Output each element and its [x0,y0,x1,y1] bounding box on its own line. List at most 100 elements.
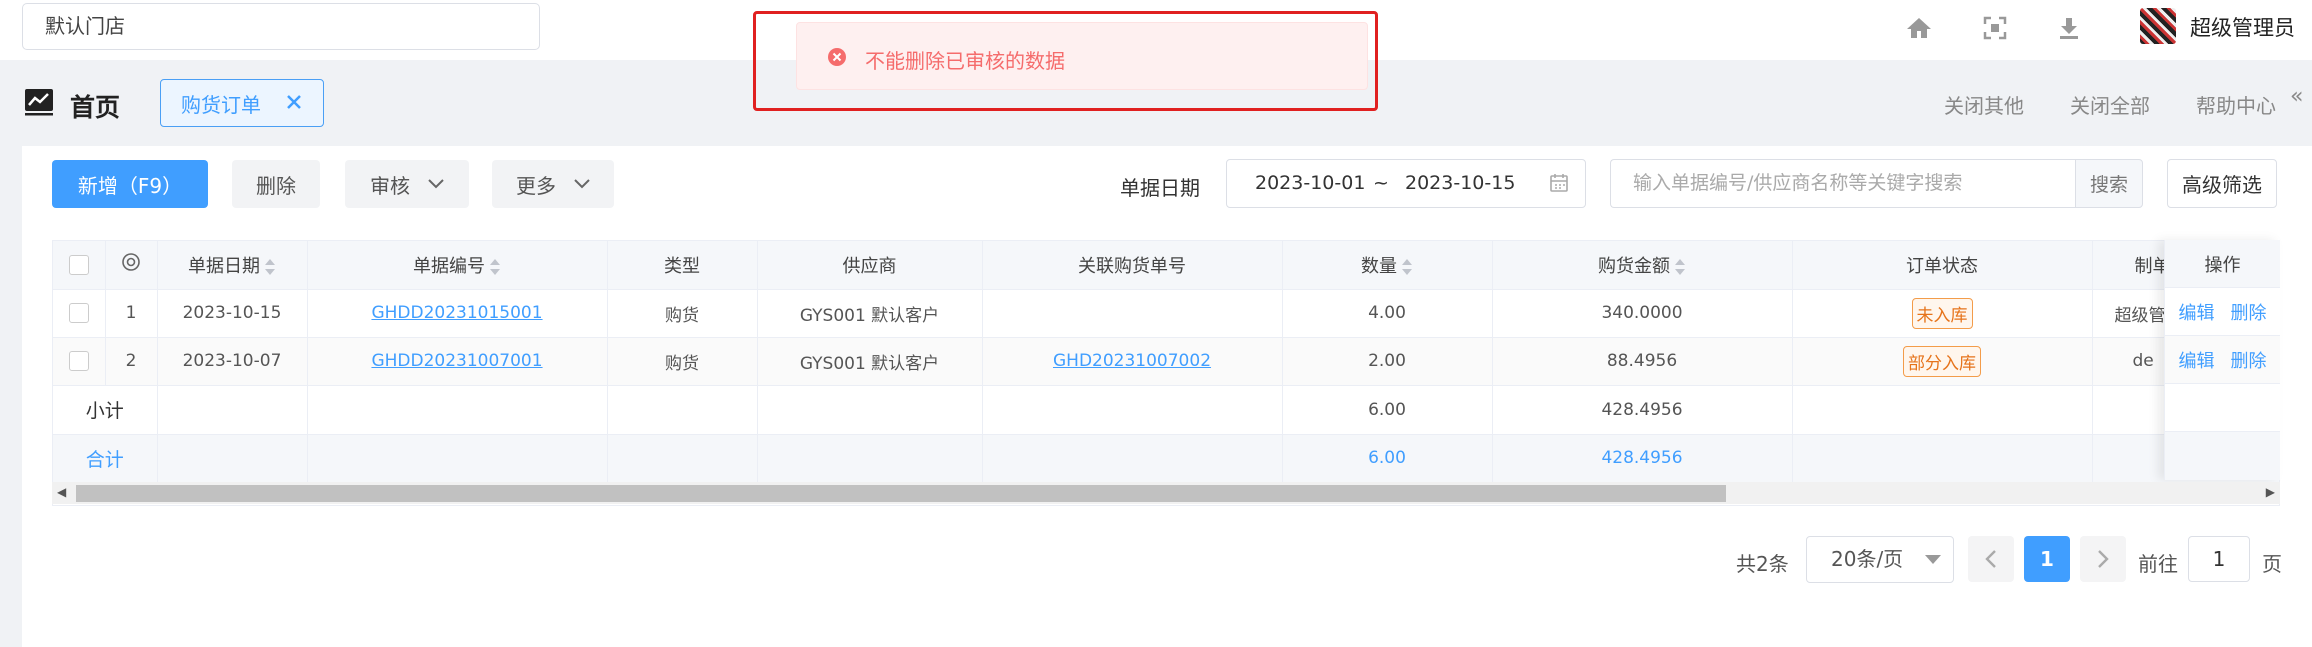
total-label: 合计 [53,434,158,483]
order-no-link[interactable]: GHDD20231007001 [371,351,542,371]
error-message: 不能删除已审核的数据 [865,49,1065,73]
header-qty[interactable]: 数量 [1282,241,1493,290]
total-amount: 428.4956 [1492,434,1793,483]
sort-icon[interactable] [264,258,276,276]
store-select[interactable]: 默认门店 [22,3,540,50]
chevron-down-icon [428,179,444,189]
subtotal-amount: 428.4956 [1492,385,1793,435]
subtotal-qty: 6.00 [1282,385,1493,435]
download-icon[interactable] [2052,12,2086,44]
close-others-link[interactable]: 关闭其他 [1944,90,2024,119]
more-dropdown[interactable]: 更多 [492,160,614,208]
date-range-picker[interactable]: 2023-10-01 ~ 2023-10-15 [1226,159,1586,208]
table-row[interactable]: 1 2023-10-15 GHDD20231015001 购货 GYS001 默… [53,289,2279,338]
row-type: 购货 [607,337,758,386]
scroll-right-icon[interactable]: ▶ [2266,485,2275,499]
order-no-link[interactable]: GHDD20231015001 [371,303,542,323]
settings-icon[interactable] [121,252,141,272]
tab-purchase-order[interactable]: 购货订单 [160,79,324,127]
more-label: 更多 [516,173,556,198]
table-row[interactable]: 2 2023-10-07 GHDD20231007001 购货 GYS001 默… [53,337,2279,386]
search-button[interactable]: 搜索 [2075,159,2143,208]
page-unit-label: 页 [2262,552,2282,576]
horizontal-scrollbar[interactable]: ◀ ▶ [52,482,2280,504]
chevrons-left-icon[interactable]: « [2290,84,2303,109]
subtotal-row: 小计 6.00 428.4956 [53,385,2279,435]
header-no-label: 单据编号 [413,255,485,277]
help-center-link[interactable]: 帮助中心 [2196,90,2276,119]
chevron-right-icon [2098,550,2109,568]
ops-row-empty [2165,432,2280,480]
add-button[interactable]: 新增（F9） [52,160,208,208]
page-size-select[interactable]: 20条/页 [1806,536,1954,583]
chevron-down-icon [574,179,590,189]
status-badge: 部分入库 [1903,345,1981,377]
header-supplier: 供应商 [757,241,983,290]
audit-label: 审核 [370,173,410,198]
row-index: 2 [105,337,158,386]
chevron-left-icon [1985,550,1996,568]
header-date-label: 单据日期 [188,255,260,277]
ops-row: 编辑 删除 [2165,288,2280,336]
goto-page-input[interactable]: 1 [2188,536,2250,582]
header-amount[interactable]: 购货金额 [1492,241,1793,290]
advanced-filter-button[interactable]: 高级筛选 [2167,159,2277,208]
close-all-link[interactable]: 关闭全部 [2070,90,2150,119]
select-all-cell[interactable] [53,241,106,290]
header-related: 关联购货单号 [982,241,1283,290]
header-qty-label: 数量 [1361,255,1397,277]
sort-icon[interactable] [1674,258,1686,276]
row-date: 2023-10-07 [157,337,308,386]
header-no[interactable]: 单据编号 [307,241,608,290]
search-input[interactable]: 输入单据编号/供应商名称等关键字搜索 [1610,159,2075,208]
page-1-button[interactable]: 1 [2024,536,2070,582]
page-title[interactable]: 首页 [70,88,120,124]
prev-page-button[interactable] [1968,536,2014,582]
column-settings-cell[interactable] [105,241,158,290]
audit-dropdown[interactable]: 审核 [345,160,469,208]
row-checkbox[interactable] [68,303,89,323]
header-status: 订单状态 [1792,241,2093,290]
order-table: 单据日期 单据编号 类型 供应商 关联购货单号 数量 购货金额 订单状态 制单 … [52,240,2280,506]
total-qty: 6.00 [1282,434,1493,483]
select-all-checkbox[interactable] [68,255,89,276]
row-amount: 88.4956 [1492,337,1793,386]
date-to[interactable]: 2023-10-15 [1405,172,1515,194]
edit-link[interactable]: 编辑 [2179,347,2215,373]
header-type: 类型 [607,241,758,290]
sort-icon[interactable] [489,258,501,276]
header-ops: 操作 [2165,240,2280,288]
row-amount: 340.0000 [1492,289,1793,338]
error-icon [828,48,846,66]
row-qty: 2.00 [1282,337,1493,386]
next-page-button[interactable] [2080,536,2126,582]
calendar-icon[interactable] [1549,173,1569,193]
table-header-row: 单据日期 单据编号 类型 供应商 关联购货单号 数量 购货金额 订单状态 制单 [53,241,2279,290]
caret-down-icon [1925,555,1941,564]
fullscreen-icon[interactable] [1978,12,2012,44]
sort-icon[interactable] [1401,258,1413,276]
row-checkbox[interactable] [68,351,89,371]
header-date[interactable]: 单据日期 [157,241,308,290]
delete-link[interactable]: 删除 [2231,347,2267,373]
scroll-left-icon[interactable]: ◀ [57,485,66,499]
total-count: 共2条 [1736,552,1789,576]
header-amount-label: 购货金额 [1598,255,1670,277]
delete-button[interactable]: 删除 [232,160,320,208]
error-toast: 不能删除已审核的数据 [796,22,1368,90]
operations-column: 操作 编辑 删除 编辑 删除 [2164,240,2280,480]
avatar[interactable] [2140,8,2176,44]
related-order-link[interactable]: GHD20231007002 [1053,351,1211,371]
row-index: 1 [105,289,158,338]
ops-row: 编辑 删除 [2165,336,2280,384]
row-qty: 4.00 [1282,289,1493,338]
username[interactable]: 超级管理员 [2190,12,2295,42]
row-supplier: GYS001 默认客户 [757,337,983,386]
subtotal-label: 小计 [53,385,158,435]
scrollbar-thumb[interactable] [76,485,1726,502]
delete-link[interactable]: 删除 [2231,299,2267,325]
close-icon[interactable] [283,91,305,118]
home-icon[interactable] [1902,12,1936,44]
edit-link[interactable]: 编辑 [2179,299,2215,325]
date-from[interactable]: 2023-10-01 [1255,172,1365,194]
